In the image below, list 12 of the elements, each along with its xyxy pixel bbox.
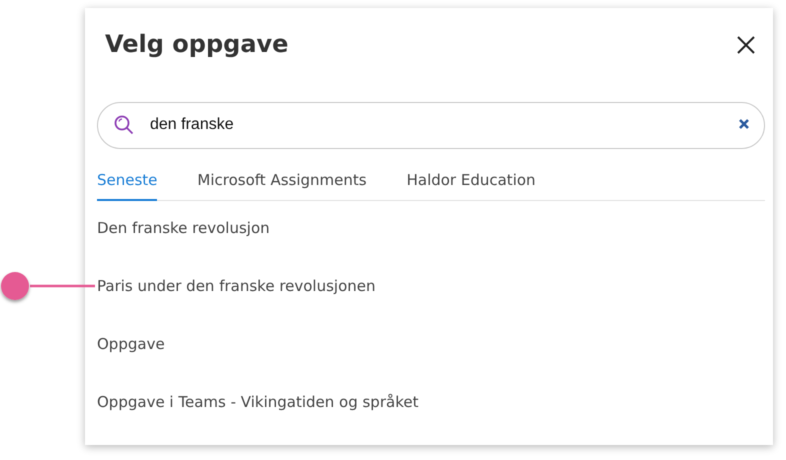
tab[interactable]: Seneste [97,167,158,201]
search-field[interactable]: den franske [97,102,765,149]
result-item[interactable]: Paris under den franske revolusjonen [97,271,376,295]
search-icon [114,115,134,136]
result-item[interactable]: Den franske revolusjon [97,213,270,237]
search-input[interactable]: den franske [148,115,724,136]
result-item[interactable]: Oppgave i Teams - Vikingatiden og språket [97,387,418,411]
tab[interactable]: Microsoft Assignments [197,167,367,201]
tab[interactable]: Haldor Education [406,167,536,201]
dialog-title: Velg oppgave [105,30,288,58]
close-button[interactable] [735,34,757,56]
result-item[interactable]: Oppgave [97,329,165,353]
